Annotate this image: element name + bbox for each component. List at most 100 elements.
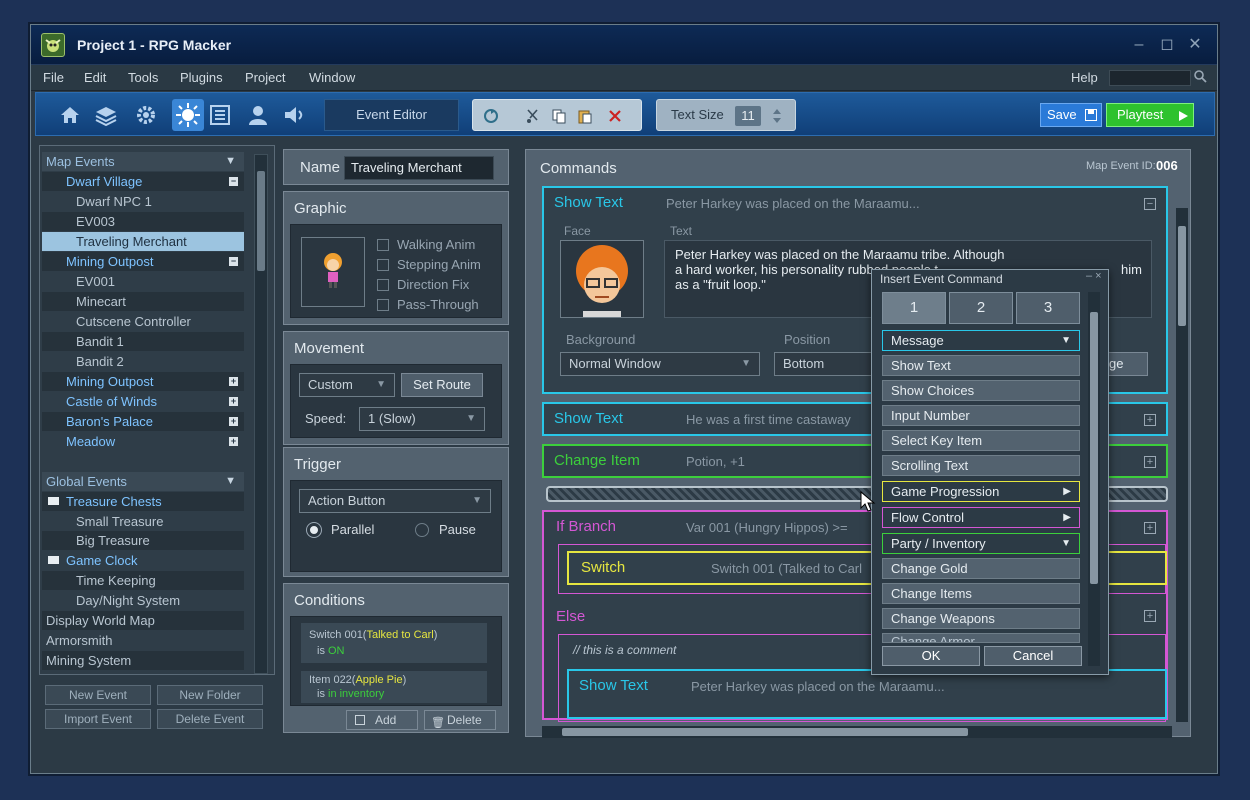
layers-icon[interactable]: [94, 103, 118, 127]
character-sprite[interactable]: [301, 237, 365, 307]
delete-event-button[interactable]: Delete Event: [157, 709, 263, 729]
cmd-input-number[interactable]: Input Number: [882, 405, 1080, 426]
stepper-arrows-icon[interactable]: [771, 106, 783, 126]
tree-folder-castle-of-winds[interactable]: Castle of Winds +: [42, 392, 244, 411]
tree-item-small-treasure[interactable]: Small Treasure: [42, 512, 244, 531]
tree-item-display-world-map[interactable]: Display World Map: [42, 611, 244, 630]
tree-folder-dwarf-village[interactable]: Dwarf Village −: [42, 172, 244, 191]
scroll-thumb[interactable]: [257, 171, 265, 271]
event-editor-tab[interactable]: Event Editor: [324, 99, 459, 131]
menu-plugins[interactable]: Plugins: [180, 70, 223, 85]
dialog-tab-2[interactable]: 2: [949, 292, 1013, 324]
copy-icon[interactable]: [551, 108, 567, 124]
cancel-button[interactable]: Cancel: [984, 646, 1082, 666]
cut-icon[interactable]: [525, 108, 541, 124]
set-route-button[interactable]: Set Route: [401, 373, 483, 397]
scroll-thumb[interactable]: [562, 728, 968, 736]
ok-button[interactable]: OK: [882, 646, 980, 666]
tree-item-cutscene-controller[interactable]: Cutscene Controller: [42, 312, 244, 331]
delete-condition-button[interactable]: 🗑 Delete: [424, 710, 496, 730]
tree-item-time-keeping[interactable]: Time Keeping: [42, 571, 244, 590]
text-size-value[interactable]: 11: [735, 106, 761, 126]
direction-fix-checkbox[interactable]: [377, 279, 389, 291]
maximize-icon[interactable]: ◻: [1157, 35, 1177, 55]
category-message[interactable]: Message ▼: [882, 330, 1080, 351]
background-dropdown[interactable]: Normal Window ▼: [560, 352, 760, 376]
search-icon[interactable]: [1193, 69, 1207, 83]
save-button[interactable]: Save: [1040, 103, 1102, 127]
scroll-thumb[interactable]: [1090, 312, 1098, 584]
new-folder-button[interactable]: New Folder: [157, 685, 263, 705]
tree-item-mining-system[interactable]: Mining System: [42, 651, 244, 670]
home-icon[interactable]: [58, 103, 82, 127]
tree-folder-meadow[interactable]: Meadow +: [42, 432, 244, 451]
delete-icon[interactable]: [607, 108, 623, 124]
trigger-dropdown[interactable]: Action Button ▼: [299, 489, 491, 513]
cmd-show-choices[interactable]: Show Choices: [882, 380, 1080, 401]
menu-help[interactable]: Help: [1071, 70, 1098, 85]
actor-icon[interactable]: [246, 103, 270, 127]
list-icon[interactable]: [208, 103, 232, 127]
menu-file[interactable]: File: [43, 70, 64, 85]
expand-icon[interactable]: +: [1144, 522, 1156, 534]
condition-switch[interactable]: Switch 001(Talked to Carl) is ON: [301, 623, 487, 663]
pass-through-checkbox[interactable]: [377, 299, 389, 311]
category-flow-control[interactable]: Flow Control ▶: [882, 507, 1080, 528]
tree-item-ev001[interactable]: EV001: [42, 272, 244, 291]
commands-vertical-scrollbar[interactable]: [1176, 208, 1188, 722]
minimize-icon[interactable]: ‒: [1129, 35, 1149, 55]
comment-text[interactable]: // this is a comment: [573, 643, 676, 657]
cmd-scrolling-text[interactable]: Scrolling Text: [882, 455, 1080, 476]
help-search-input[interactable]: [1109, 70, 1191, 86]
add-condition-button[interactable]: Add: [346, 710, 418, 730]
condition-item[interactable]: Item 022(Apple Pie) is in inventory: [301, 671, 487, 703]
playtest-button[interactable]: Playtest: [1106, 103, 1194, 127]
dialog-scrollbar[interactable]: [1088, 292, 1100, 666]
cmd-change-gold[interactable]: Change Gold: [882, 558, 1080, 579]
tree-item-dwarf-npc-1[interactable]: Dwarf NPC 1: [42, 192, 244, 211]
collapse-icon[interactable]: −: [1144, 198, 1156, 210]
expand-icon[interactable]: +: [1144, 414, 1156, 426]
pause-radio[interactable]: [415, 523, 429, 537]
refresh-icon[interactable]: [483, 108, 499, 124]
movement-type-dropdown[interactable]: Custom ▼: [299, 373, 395, 397]
gear-icon[interactable]: [134, 103, 158, 127]
tree-folder-mining-outpost-2[interactable]: Mining Outpost +: [42, 372, 244, 391]
tree-item-ev003[interactable]: EV003: [42, 212, 244, 231]
position-dropdown[interactable]: Bottom: [774, 352, 874, 376]
stepping-anim-checkbox[interactable]: [377, 259, 389, 271]
category-party-inventory[interactable]: Party / Inventory ▼: [882, 533, 1080, 554]
category-game-progression[interactable]: Game Progression ▶: [882, 481, 1080, 502]
dialog-close-icon[interactable]: – ×: [1086, 270, 1102, 282]
tree-item-day-night-system[interactable]: Day/Night System: [42, 591, 244, 610]
tree-folder-game-clock[interactable]: Game Clock: [42, 551, 244, 570]
speed-dropdown[interactable]: 1 (Slow) ▼: [359, 407, 485, 431]
new-event-button[interactable]: New Event: [45, 685, 151, 705]
map-events-header[interactable]: Map Events ▼: [42, 152, 244, 171]
speaker-icon[interactable]: [282, 103, 306, 127]
tree-item-traveling-merchant[interactable]: Traveling Merchant: [42, 232, 244, 251]
close-icon[interactable]: ✕: [1185, 35, 1205, 55]
tree-folder-barons-palace[interactable]: Baron's Palace +: [42, 412, 244, 431]
cmd-change-weapons[interactable]: Change Weapons: [882, 608, 1080, 629]
scroll-thumb[interactable]: [1178, 226, 1186, 326]
cmd-change-armor[interactable]: Change Armor: [882, 633, 1080, 643]
expand-icon[interactable]: +: [1144, 610, 1156, 622]
command-show-text-3[interactable]: Show Text Peter Harkey was placed on the…: [567, 669, 1167, 719]
cmd-show-text[interactable]: Show Text: [882, 355, 1080, 376]
tree-folder-mining-outpost[interactable]: Mining Outpost −: [42, 252, 244, 271]
tree-item-bandit-2[interactable]: Bandit 2: [42, 352, 244, 371]
tree-item-big-treasure[interactable]: Big Treasure: [42, 531, 244, 550]
paste-icon[interactable]: [577, 108, 593, 124]
global-events-header[interactable]: Global Events ▼: [42, 472, 244, 491]
expand-icon[interactable]: +: [1144, 456, 1156, 468]
menu-window[interactable]: Window: [309, 70, 355, 85]
menu-project[interactable]: Project: [245, 70, 285, 85]
dialog-tab-1[interactable]: 1: [882, 292, 946, 324]
tree-item-bandit-1[interactable]: Bandit 1: [42, 332, 244, 351]
tree-scrollbar[interactable]: [254, 154, 268, 674]
menu-edit[interactable]: Edit: [84, 70, 106, 85]
commands-horizontal-scrollbar[interactable]: [542, 726, 1172, 738]
events-sun-icon[interactable]: [172, 99, 204, 131]
tree-item-armorsmith[interactable]: Armorsmith: [42, 631, 244, 650]
